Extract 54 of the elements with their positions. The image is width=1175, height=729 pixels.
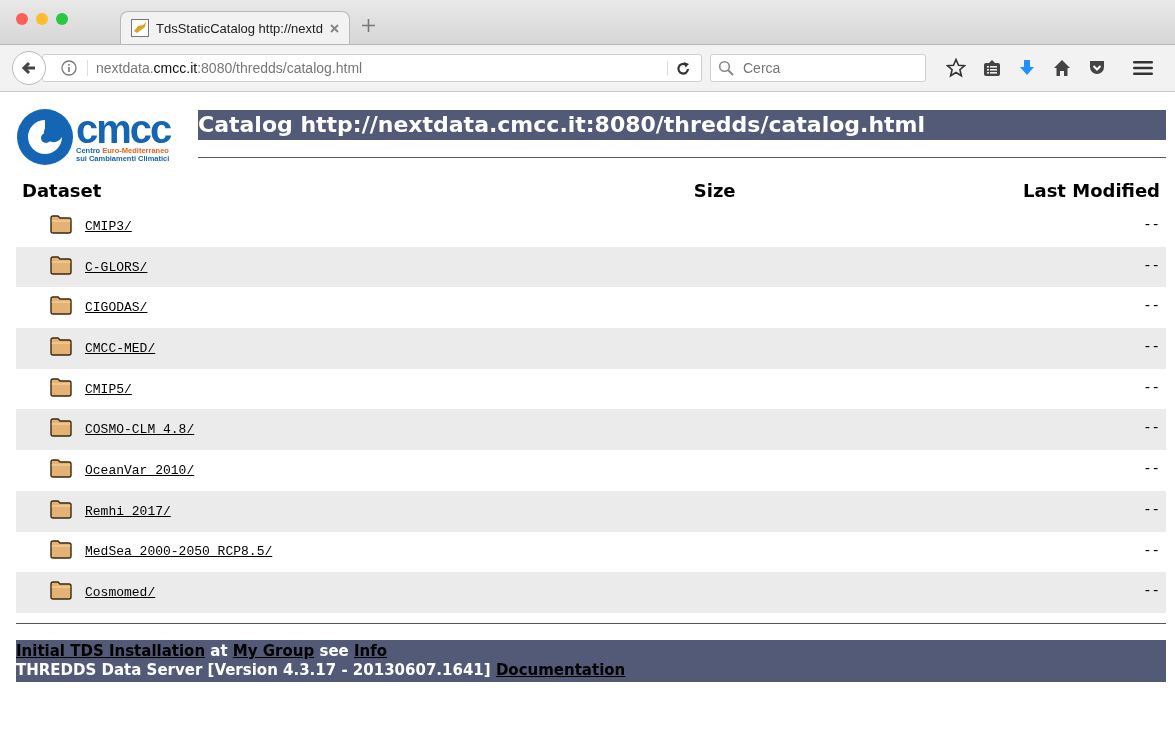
- swirl-logo-icon: [16, 108, 74, 166]
- column-header: Dataset: [21, 179, 103, 203]
- logo-wordmark: cmcc: [76, 111, 171, 147]
- footer-text: THREDDS Data Server [Version 4.3.17 - 20130607.1641]: [16, 660, 491, 679]
- search-field[interactable]: Cerca: [710, 54, 926, 82]
- home-icon[interactable]: [1053, 59, 1071, 77]
- catalog-title: Catalog http://nextdata.cmcc.it:8080/thredds/catalog.html: [198, 110, 1166, 140]
- dataset-link[interactable]: MedSea_2000-2050_RCP8.5/: [85, 544, 273, 560]
- menu-icon[interactable]: [1133, 60, 1153, 76]
- new-tab-icon[interactable]: [362, 19, 375, 32]
- last-modified: --: [1143, 379, 1160, 396]
- address-field[interactable]: nextdata.cmcc.it:8080/thredds/catalog.html: [42, 54, 702, 82]
- pocket-icon[interactable]: [1088, 59, 1106, 77]
- folder-icon: [50, 377, 72, 397]
- info-icon: [61, 60, 77, 76]
- folder-icon: [50, 540, 72, 560]
- last-modified: --: [1143, 420, 1160, 437]
- column-header: Size: [692, 179, 737, 203]
- folder-icon: [50, 458, 72, 478]
- dataset-link[interactable]: COSMO-CLM_4.8/: [85, 422, 195, 438]
- star-icon[interactable]: [946, 58, 966, 78]
- last-modified: --: [1143, 257, 1160, 274]
- folder-icon: [50, 499, 72, 519]
- browser-tab[interactable]: TdsStaticCatalog http://nextd: [120, 11, 350, 44]
- dataset-link[interactable]: CMIP3/: [85, 218, 132, 234]
- last-modified: --: [1143, 542, 1160, 559]
- dataset-link[interactable]: CMCC-MED/: [85, 340, 156, 356]
- dataset-link[interactable]: CMIP5/: [85, 381, 132, 397]
- dataset-link[interactable]: OceanVar_2010/: [85, 462, 195, 478]
- folder-icon: [50, 255, 72, 275]
- column-header: Last Modified: [1022, 179, 1161, 203]
- last-modified: --: [1143, 339, 1160, 356]
- reading-list-icon[interactable]: [983, 59, 1001, 77]
- download-icon[interactable]: [1018, 59, 1036, 77]
- close-tab-icon[interactable]: [330, 23, 339, 33]
- dataset-link[interactable]: Remhi_2017/: [85, 503, 171, 519]
- last-modified: --: [1143, 501, 1160, 518]
- folder-icon: [50, 336, 72, 356]
- footer-text: see: [319, 641, 349, 660]
- dataset-link[interactable]: CIGODAS/: [85, 300, 148, 316]
- last-modified: --: [1143, 298, 1160, 315]
- footer-text: at: [210, 641, 228, 660]
- folder-icon: [50, 418, 72, 438]
- folder-icon: [50, 214, 72, 234]
- dataset-link[interactable]: C-GLORS/: [85, 259, 148, 275]
- folder-icon: [50, 296, 72, 316]
- reload-icon[interactable]: [667, 60, 691, 76]
- last-modified: --: [1143, 461, 1160, 478]
- dataset-link[interactable]: Cosmomed/: [85, 585, 156, 601]
- back-arrow-icon: [21, 60, 37, 76]
- last-modified: --: [1143, 583, 1160, 600]
- folder-icon: [50, 581, 72, 601]
- last-modified: --: [1143, 217, 1160, 233]
- back-button[interactable]: [12, 51, 46, 85]
